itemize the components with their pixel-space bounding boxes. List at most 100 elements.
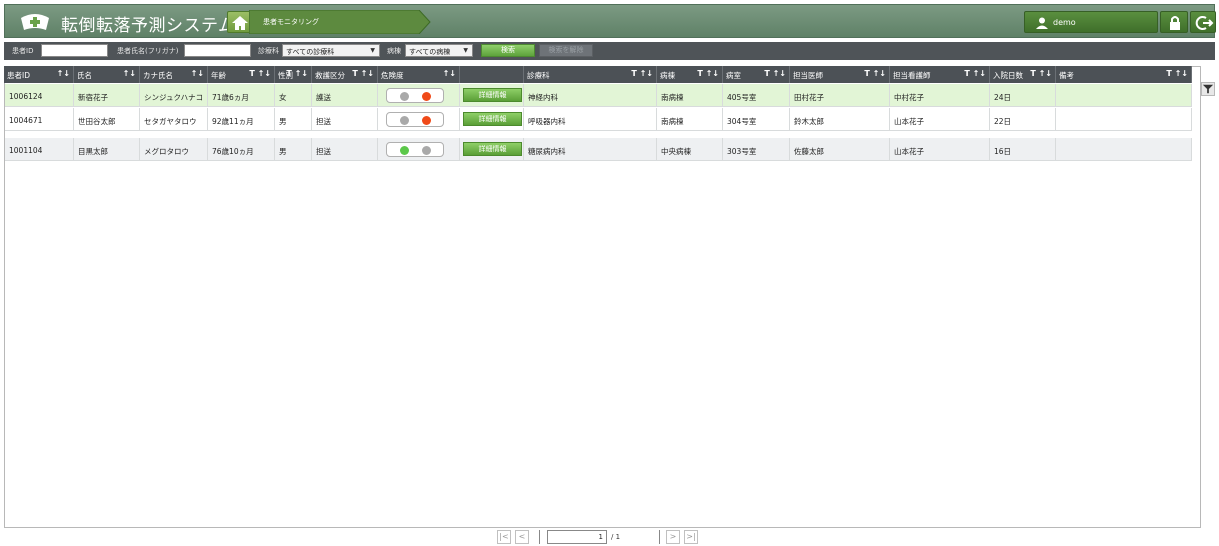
cell-name: 新宿花子 — [74, 84, 140, 107]
ward-value: 中央病棟 — [661, 147, 691, 156]
detail-button[interactable]: 詳細情報 — [463, 112, 522, 126]
column-label: 救護区分 — [315, 71, 345, 80]
patient-id-label: 患者ID — [12, 47, 34, 55]
ward-select-value: すべての病棟 — [409, 48, 451, 56]
table-row[interactable]: 1001104 目黒太郎 メグロタロウ 76歳10ヵ月 男 担送 詳細情報 糖尿… — [5, 138, 1192, 161]
column-header-detail — [460, 66, 524, 83]
risk-dot-high — [422, 92, 431, 101]
column-header-room[interactable]: 病室 T ↑↓ — [723, 66, 790, 83]
sort-icon[interactable]: ↑↓ — [443, 69, 456, 78]
sort-icon[interactable]: ↑↓ — [57, 69, 70, 78]
last-page-button[interactable]: >| — [684, 530, 698, 544]
detail-button[interactable]: 詳細情報 — [463, 142, 522, 156]
risk-dot-high — [422, 116, 431, 125]
sex-value: 女 — [279, 93, 287, 102]
filter-sort-icon[interactable]: T ↑↓ — [964, 69, 986, 78]
patient-kana-value: メグロタロウ — [144, 147, 189, 156]
filter-sort-icon[interactable]: T ↑↓ — [631, 69, 653, 78]
patient-id-input[interactable] — [41, 44, 108, 57]
cell-detail: 詳細情報 — [460, 108, 524, 131]
ward-value: 南病棟 — [661, 117, 684, 126]
column-header-department[interactable]: 診療科 T ↑↓ — [524, 66, 657, 83]
filter-sort-icon[interactable]: T ↑↓ — [352, 69, 374, 78]
days-value: 22日 — [994, 117, 1012, 126]
column-header-nurse[interactable]: 担当看護師 T ↑↓ — [890, 66, 990, 83]
age-value: 71歳6ヵ月 — [212, 93, 249, 102]
cell-days: 16日 — [990, 138, 1056, 161]
filter-sort-icon[interactable]: T ↑↓ — [764, 69, 786, 78]
column-label: 患者ID — [7, 71, 30, 80]
nurse-value: 山本花子 — [894, 117, 924, 126]
ward-select[interactable]: すべての病棟 ▼ — [405, 44, 473, 57]
kana-label: 患者氏名(フリガナ) — [117, 47, 179, 55]
logout-icon — [1195, 16, 1214, 30]
user-menu[interactable]: demo — [1024, 11, 1158, 33]
next-page-button[interactable]: > — [666, 530, 680, 544]
filter-sort-icon[interactable]: T ↑↓ — [697, 69, 719, 78]
pager-divider — [659, 530, 660, 544]
cell-patient-id: 1004671 — [5, 108, 74, 131]
cell-note — [1056, 138, 1192, 161]
column-header-risk[interactable]: 危険度 ↑↓ — [378, 66, 460, 83]
days-value: 16日 — [994, 147, 1012, 156]
app-title: 転倒転落予測システム — [61, 16, 236, 36]
risk-dot-low — [400, 146, 409, 155]
filter-sort-icon[interactable]: T ↑↓ — [286, 69, 308, 78]
lock-button[interactable] — [1160, 11, 1188, 33]
column-header-ward[interactable]: 病棟 T ↑↓ — [657, 66, 723, 83]
search-button[interactable]: 検索 — [481, 44, 535, 57]
prev-page-button[interactable]: < — [515, 530, 529, 544]
breadcrumb-current[interactable]: 患者モニタリング — [263, 17, 319, 27]
days-value: 24日 — [994, 93, 1012, 102]
page-total: / 1 — [611, 533, 621, 541]
page-number-input[interactable]: 1 — [547, 530, 607, 544]
column-label: 病棟 — [660, 71, 675, 80]
column-header-kana[interactable]: カナ氏名 ↑↓ — [140, 66, 208, 83]
column-header-name[interactable]: 氏名 ↑↓ — [74, 66, 140, 83]
cell-ward: 中央病棟 — [657, 138, 723, 161]
kana-input[interactable] — [184, 44, 251, 57]
home-button[interactable] — [227, 11, 251, 33]
filter-sort-icon[interactable]: T ↑↓ — [1030, 69, 1052, 78]
age-value: 92歳11ヵ月 — [212, 117, 254, 126]
department-select-value: すべての診療科 — [286, 48, 335, 56]
cell-note — [1056, 108, 1192, 131]
nurse-value: 山本花子 — [894, 147, 924, 156]
logout-button[interactable] — [1190, 11, 1216, 33]
sort-icon[interactable]: ↑↓ — [123, 69, 136, 78]
column-header-doctor[interactable]: 担当医師 T ↑↓ — [790, 66, 890, 83]
detail-button[interactable]: 詳細情報 — [463, 88, 522, 102]
cell-doctor: 田村花子 — [790, 84, 890, 107]
filter-sort-icon[interactable]: T ↑↓ — [864, 69, 886, 78]
sex-value: 男 — [279, 147, 287, 156]
patient-id-value: 1004671 — [9, 116, 43, 125]
column-header-patient-id[interactable]: 患者ID ↑↓ — [4, 66, 74, 83]
cell-kana: シンジュクハナコ — [140, 84, 208, 107]
sort-icon[interactable]: ↑↓ — [191, 69, 204, 78]
ward-label: 病棟 — [387, 47, 401, 55]
pager-divider — [539, 530, 540, 544]
department-select[interactable]: すべての診療科 ▼ — [282, 44, 380, 57]
column-header-sex[interactable]: 性別 T ↑↓ — [275, 66, 312, 83]
column-header-note[interactable]: 備考 T ↑↓ — [1056, 66, 1192, 83]
clear-search-button[interactable]: 検索を解除 — [539, 44, 593, 57]
cell-kana: メグロタロウ — [140, 138, 208, 161]
nurse-cap-cross-icon — [21, 14, 49, 30]
column-header-care[interactable]: 救護区分 T ↑↓ — [312, 66, 378, 83]
table-row[interactable]: 1004671 世田谷太郎 セタガヤタロウ 92歳11ヵ月 男 担送 詳細情報 … — [5, 108, 1192, 131]
filter-sort-icon[interactable]: T ↑↓ — [249, 69, 271, 78]
filter-toggle-button[interactable] — [1201, 82, 1215, 96]
department-value: 神経内科 — [528, 93, 558, 102]
cell-days: 22日 — [990, 108, 1056, 131]
patient-name-value: 新宿花子 — [78, 93, 108, 102]
cell-note — [1056, 84, 1192, 107]
table-row[interactable]: 1006124 新宿花子 シンジュクハナコ 71歳6ヵ月 女 護送 詳細情報 神… — [5, 84, 1192, 107]
first-page-button[interactable]: |< — [497, 530, 511, 544]
filter-sort-icon[interactable]: T ↑↓ — [1166, 69, 1188, 78]
grid-header: 患者ID ↑↓ 氏名 ↑↓ カナ氏名 ↑↓ 年齢 T ↑↓ 性別 T ↑↓ 救護… — [4, 66, 1192, 83]
column-header-days[interactable]: 入院日数 T ↑↓ — [990, 66, 1056, 83]
column-header-age[interactable]: 年齢 T ↑↓ — [208, 66, 275, 83]
app-header: 転倒転落予測システム 患者モニタリング demo — [4, 4, 1216, 38]
ward-value: 南病棟 — [661, 93, 684, 102]
cell-days: 24日 — [990, 84, 1056, 107]
